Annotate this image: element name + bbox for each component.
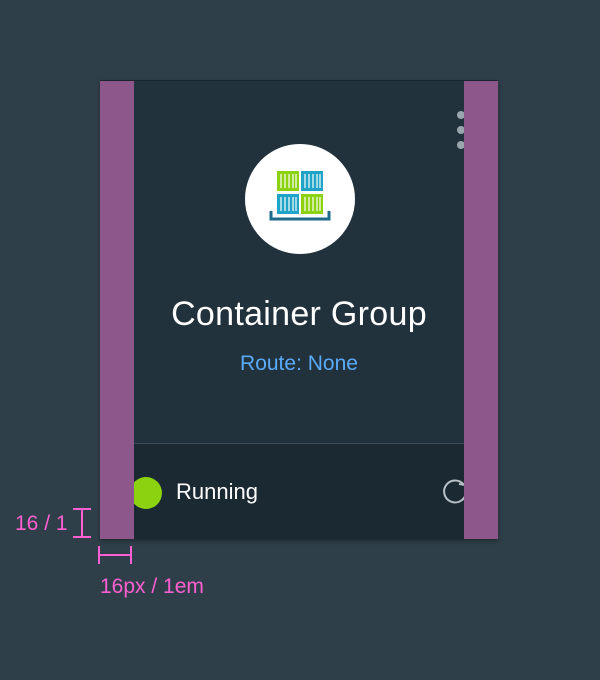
container-stack-icon xyxy=(269,171,331,221)
card-footer: Running xyxy=(100,443,498,539)
card-body: Container Group Route: None xyxy=(100,81,498,443)
container-group-card[interactable]: Container Group Route: None Running xyxy=(100,80,498,539)
padding-overlay-left xyxy=(100,81,134,539)
padding-overlay-right xyxy=(464,81,498,539)
horizontal-spacing-bracket xyxy=(98,546,132,564)
horizontal-spacing-label: 16px / 1em xyxy=(100,575,204,598)
container-group-icon-circle xyxy=(245,144,355,254)
status-label: Running xyxy=(176,479,258,504)
vertical-spacing-label: 16 / 1 xyxy=(15,512,68,535)
route-link[interactable]: Route: None xyxy=(100,352,498,376)
vertical-spacing-bracket xyxy=(73,508,91,538)
status-indicator xyxy=(130,477,162,509)
card-title: Container Group xyxy=(171,295,427,333)
